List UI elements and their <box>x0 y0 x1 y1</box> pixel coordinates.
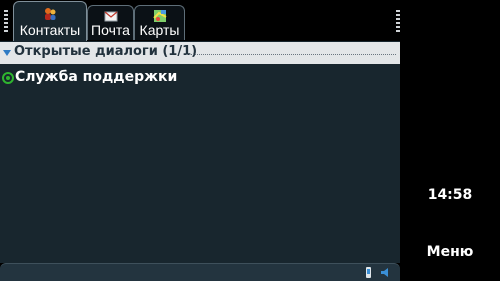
status-icons <box>366 267 388 278</box>
list-item-contact[interactable]: Служба поддержки <box>0 68 400 88</box>
tab-bar: Контакты Почта Карты <box>0 0 400 41</box>
app-screen: Контакты Почта Карты Открытые диалоги (1… <box>0 0 400 281</box>
maps-icon <box>152 10 166 22</box>
status-bar <box>0 263 400 281</box>
group-label: Открытые диалоги (1/1) <box>14 44 198 59</box>
group-header-open-dialogs[interactable]: Открытые диалоги (1/1) <box>0 42 400 64</box>
contacts-icon <box>45 8 56 20</box>
tab-label: Контакты <box>19 22 81 38</box>
clock: 14:58 <box>427 187 473 203</box>
menu-softkey[interactable]: Меню <box>400 244 500 260</box>
speaker-icon <box>381 268 388 277</box>
mail-icon <box>104 11 117 22</box>
tab-label: Карты <box>139 22 180 38</box>
softkey-panel: 14:58 Меню <box>400 0 500 281</box>
scroll-grip-left-icon[interactable] <box>4 10 8 36</box>
tab-mail[interactable]: Почта <box>87 5 134 40</box>
dotted-divider <box>186 54 396 55</box>
contact-name: Служба поддержки <box>15 69 178 85</box>
triangle-down-icon <box>3 50 11 56</box>
online-status-icon <box>2 72 14 84</box>
tab-label: Почта <box>91 22 130 38</box>
contact-list: Открытые диалоги (1/1) Служба поддержки <box>0 41 400 263</box>
phone-icon <box>366 267 371 278</box>
tab-maps[interactable]: Карты <box>134 5 185 40</box>
tab-contacts[interactable]: Контакты <box>13 1 87 41</box>
